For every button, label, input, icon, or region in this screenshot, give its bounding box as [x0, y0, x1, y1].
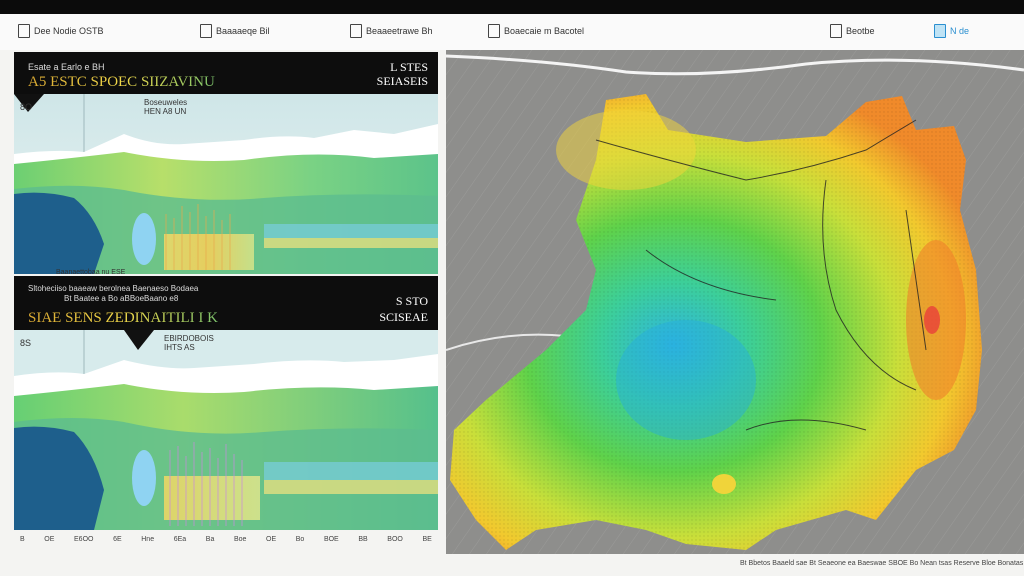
header-caption: Esate a Earlo e BH — [28, 62, 105, 72]
header-badge: S STO — [395, 294, 428, 308]
axis-tick: BB — [358, 535, 368, 543]
toolbar-item-6[interactable]: N de — [934, 24, 969, 38]
elevation-panel-top: Esate a Earlo e BH A5 ESTC SPOEC SIIZAVI… — [14, 52, 438, 274]
header-badge: SEIASEIS — [376, 74, 428, 88]
axis-tick: Hne — [141, 535, 155, 543]
axis-tick: Boe — [233, 535, 247, 543]
image-icon — [934, 24, 946, 38]
axis-tick: E6OO — [74, 535, 94, 543]
axis-tick: Bo — [295, 535, 305, 543]
panel-title: A5 ESTC SPOEC SIIZAVINU — [28, 74, 215, 90]
axis-tick-strip: B OE E6OO 6E Hne 6Ea Ba Boe OE Bo BOE BB… — [14, 530, 438, 548]
panel-header: Sltoheciiso baaeaw berolnea Baenaeso Bod… — [14, 276, 438, 330]
corner-label: 8S — [20, 338, 32, 348]
toolbar-item-2[interactable]: Baaaaeqe Bil — [200, 24, 270, 38]
axis-tick: BOO — [387, 535, 403, 543]
axis-tick: Ba — [205, 535, 215, 543]
toolbar-item-3[interactable]: Beaaeetrawe Bh — [350, 24, 433, 38]
panel-subtitle: Boseuweles HEN A8 UN — [144, 98, 188, 116]
axis-tick: BOE — [323, 535, 339, 543]
heatmap-map-view[interactable] — [446, 50, 1024, 554]
document-icon — [18, 24, 30, 38]
axis-tick: B — [20, 535, 25, 543]
header-caption: Sltoheciiso baaeaw berolnea Baenaeso Bod… — [28, 284, 199, 293]
toolbar-item-5[interactable]: Beotbe — [830, 24, 875, 38]
toolbar-label: Boaecaie m Bacotel — [504, 26, 585, 36]
axis-tick: OE — [266, 535, 277, 543]
panel-subtitle: EBIRDOBOIS IHTS AS — [164, 334, 214, 352]
toolbar-label: N de — [950, 26, 970, 36]
toolbar-label: Baaaaeqe Bil — [216, 26, 270, 36]
toolbar: Dee Nodie OSTB Baaaaeqe Bil Beaaeetrawe … — [0, 14, 1024, 50]
toolbar-item-4[interactable]: Boaecaie m Bacotel — [488, 24, 584, 38]
document-icon — [350, 24, 362, 38]
panel-header: Esate a Earlo e BH A5 ESTC SPOEC SIIZAVI… — [14, 52, 438, 94]
toolbar-item-1[interactable]: Dee Nodie OSTB — [18, 24, 104, 38]
toolbar-label: Beotbe — [846, 26, 875, 36]
heatmap-canvas[interactable] — [446, 50, 1024, 554]
panel-caption: Baanaettobaa nu ESE — [56, 269, 126, 276]
header-badge: SCISEAE — [379, 310, 428, 324]
toolbar-label: Dee Nodie OSTB — [34, 26, 104, 36]
tools-icon — [830, 24, 842, 38]
window-top-bar — [0, 0, 1024, 14]
header-badge: L STES — [390, 60, 428, 74]
status-bar: Bt Bbetos Baaeld sae Bt Seaeone ea Baesw… — [740, 560, 1024, 567]
axis-tick: 6E — [113, 535, 122, 543]
terrain-profile — [14, 330, 438, 530]
terrain-profile — [14, 94, 438, 274]
panel-title: SIAE SENS ZEDINAITILI I K — [28, 310, 218, 326]
axis-tick: OE — [44, 535, 55, 543]
axis-tick: 6Ea — [173, 535, 187, 543]
toolbar-label: Beaaeetrawe Bh — [366, 26, 433, 36]
corner-label: 8O — [20, 102, 33, 112]
document-icon — [488, 24, 500, 38]
header-caption: Bt Baatee a Bo aBBoeBaano e8 — [64, 294, 179, 303]
elevation-panel-bottom: Sltoheciiso baaeaw berolnea Baenaeso Bod… — [14, 276, 438, 530]
axis-tick: BE — [422, 535, 432, 543]
document-icon — [200, 24, 212, 38]
